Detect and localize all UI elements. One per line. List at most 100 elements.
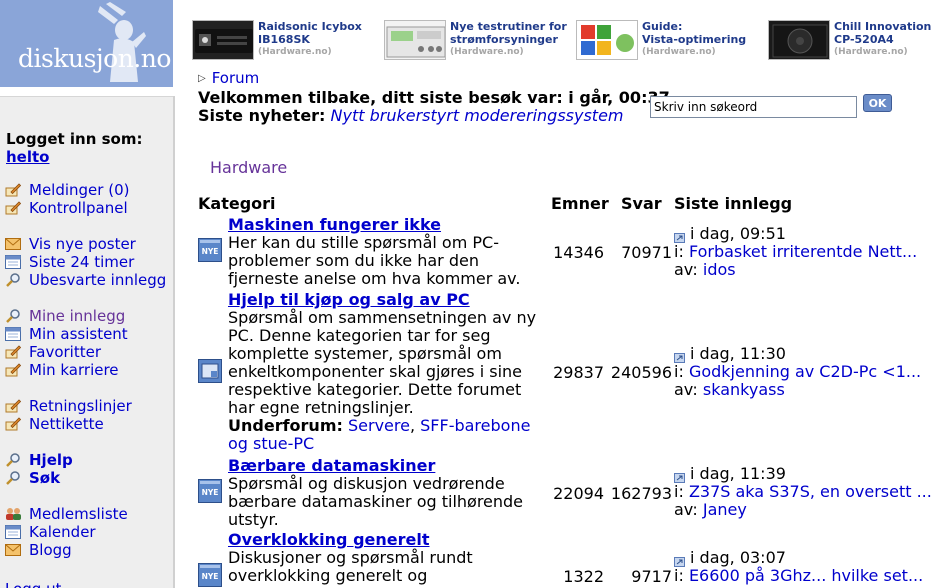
- sidebar-link[interactable]: Meldinger (0): [29, 181, 129, 199]
- sidebar-link[interactable]: Kalender: [29, 523, 96, 541]
- sidebar-item-ubesvarte-innlegg[interactable]: Ubesvarte innlegg: [5, 271, 166, 289]
- forum-new-posts-icon[interactable]: NYE: [198, 563, 222, 587]
- forum-no-new-posts-icon[interactable]: [198, 359, 222, 383]
- topic-count: 14346: [553, 243, 604, 262]
- last-post-time: i dag, 11:30: [690, 345, 786, 363]
- calendar-icon: [5, 326, 23, 342]
- latest-news: Siste nyheter: Nytt brukerstyrt modereri…: [198, 106, 624, 125]
- sidebar-item-medlemsliste[interactable]: Medlemsliste: [5, 505, 128, 523]
- sidebar-link[interactable]: Siste 24 timer: [29, 253, 134, 271]
- ad-item[interactable]: Guide: Vista-optimering (Hardware.no): [576, 18, 766, 62]
- people-icon: [5, 506, 23, 522]
- post-count: 240596: [610, 363, 672, 382]
- nav-group-personal: Mine innlegg Min assistent Favoritter Mi…: [5, 307, 128, 379]
- forum-title-link[interactable]: Overklokking generelt: [228, 531, 430, 549]
- sidebar-item-retningslinjer[interactable]: Retningslinjer: [5, 397, 132, 415]
- forum-title-link[interactable]: Hjelp til kjøp og salg av PC: [228, 290, 470, 309]
- sidebar: diskusjon.no Logget inn som: helto Meldi…: [0, 0, 175, 588]
- site-logo[interactable]: diskusjon.no: [0, 0, 173, 87]
- sidebar-panel: Logget inn som: helto Meldinger (0) Kont…: [0, 96, 173, 588]
- last-post-thread-link[interactable]: Forbasket irriterentde Nett...: [689, 243, 917, 261]
- last-post-time: i dag, 09:51: [690, 225, 786, 243]
- breadcrumb-forum-link[interactable]: Forum: [212, 69, 260, 87]
- forum-new-posts-icon[interactable]: NYE: [198, 238, 222, 262]
- sidebar-link[interactable]: Søk: [29, 469, 60, 487]
- sidebar-link[interactable]: Mine innlegg: [29, 307, 125, 325]
- magnifier-icon: [5, 470, 23, 486]
- last-post-icon[interactable]: [674, 469, 685, 483]
- sidebar-link[interactable]: Vis nye poster: [29, 235, 136, 253]
- logged-in-username[interactable]: helto: [6, 148, 49, 166]
- sidebar-link[interactable]: Blogg: [29, 541, 72, 559]
- subforum-link[interactable]: Servere: [348, 416, 410, 435]
- last-post-in-label: i:: [674, 242, 684, 261]
- sidebar-item-siste-24-timer[interactable]: Siste 24 timer: [5, 253, 166, 271]
- sidebar-link[interactable]: Retningslinjer: [29, 397, 132, 415]
- last-post: i dag, 11:39 i: Z37S aka S37S, en overse…: [674, 465, 952, 519]
- forum-title-link[interactable]: Bærbare datamaskiner: [228, 456, 435, 475]
- sidebar-item-blogg[interactable]: Blogg: [5, 541, 128, 559]
- forum-title-link[interactable]: Maskinen fungerer ikke: [228, 215, 441, 234]
- last-post-thread-link[interactable]: Godkjenning av C2D-Pc <1...: [689, 363, 921, 381]
- last-post-user-link[interactable]: skankyass: [703, 381, 785, 399]
- sidebar-item-favoritter[interactable]: Favoritter: [5, 343, 128, 361]
- ad-title[interactable]: Guide: Vista-optimering: [642, 20, 746, 46]
- latest-news-link[interactable]: Nytt brukerstyrt modereringssystem: [331, 106, 624, 125]
- sidebar-item-mine-innlegg[interactable]: Mine innlegg: [5, 307, 128, 325]
- search-input[interactable]: [650, 96, 857, 118]
- sidebar-item-sok[interactable]: Søk: [5, 469, 73, 487]
- logo-text: diskusjon.no: [18, 44, 171, 73]
- last-post-thread-link[interactable]: E6600 på 3Ghz... hvilke set...: [689, 567, 923, 585]
- last-post-thread-link[interactable]: Z37S aka S37S, en oversett ...: [689, 483, 932, 501]
- sidebar-item-min-karriere[interactable]: Min karriere: [5, 361, 128, 379]
- ad-title[interactable]: Chill Innovation CP-520A4: [834, 20, 931, 46]
- ad-thumbnail[interactable]: [576, 20, 638, 60]
- last-post-user-link[interactable]: Janey: [703, 501, 747, 519]
- ad-thumbnail[interactable]: [192, 20, 254, 60]
- last-post-by-label: av:: [674, 260, 698, 279]
- ad-item[interactable]: Raidsonic Icybox IB168SK (Hardware.no): [192, 18, 382, 62]
- sidebar-item-kontrollpanel[interactable]: Kontrollpanel: [5, 199, 129, 217]
- last-post: i dag, 09:51 i: Forbasket irriterentde N…: [674, 225, 952, 279]
- column-header-posts: Svar: [621, 194, 662, 213]
- forum-row: Hjelp til kjøp og salg av PC Spørsmål om…: [196, 291, 952, 457]
- last-post-icon[interactable]: [674, 229, 685, 243]
- sidebar-item-meldinger[interactable]: Meldinger (0): [5, 181, 129, 199]
- sidebar-link[interactable]: Min assistent: [29, 325, 128, 343]
- subforum-label: Underforum:: [228, 416, 343, 435]
- forum-category: Maskinen fungerer ikke Her kan du stille…: [228, 216, 548, 288]
- forum-category: Overklokking generelt Diskusjoner og spø…: [228, 531, 548, 585]
- ad-item[interactable]: Nye testrutiner for strømforsyninger (Har…: [384, 18, 574, 62]
- ad-item[interactable]: Chill Innovation CP-520A4 (Hardware.no): [768, 18, 952, 62]
- last-post-user-link[interactable]: idos: [703, 261, 736, 279]
- section-title-hardware[interactable]: Hardware: [210, 158, 287, 177]
- svg-text:NYE: NYE: [202, 247, 219, 256]
- ad-title[interactable]: Raidsonic Icybox IB168SK: [258, 20, 362, 46]
- sidebar-link[interactable]: Logg ut: [5, 580, 61, 588]
- search-ok-button[interactable]: OK: [863, 94, 892, 112]
- nav-group-rules: Retningslinjer Nettikette: [5, 397, 132, 433]
- sidebar-link[interactable]: Favoritter: [29, 343, 101, 361]
- sidebar-link[interactable]: Nettikette: [29, 415, 104, 433]
- sidebar-link[interactable]: Kontrollpanel: [29, 199, 128, 217]
- sidebar-item-logout[interactable]: Logg ut: [5, 577, 61, 588]
- last-post-in-label: i:: [674, 482, 684, 501]
- sidebar-item-kalender[interactable]: Kalender: [5, 523, 128, 541]
- sidebar-item-hjelp[interactable]: Hjelp: [5, 451, 73, 469]
- last-post-icon[interactable]: [674, 349, 685, 363]
- last-post-icon[interactable]: [674, 553, 685, 567]
- nav-group-logout: Logg ut: [5, 577, 61, 588]
- last-post-in-label: i:: [674, 566, 684, 585]
- sidebar-item-nettikette[interactable]: Nettikette: [5, 415, 132, 433]
- ad-thumbnail[interactable]: [768, 20, 830, 60]
- ad-thumbnail[interactable]: [384, 20, 446, 60]
- sidebar-link[interactable]: Min karriere: [29, 361, 119, 379]
- sidebar-link[interactable]: Ubesvarte innlegg: [29, 271, 166, 289]
- sidebar-link[interactable]: Hjelp: [29, 451, 73, 469]
- sidebar-link[interactable]: Medlemsliste: [29, 505, 128, 523]
- sidebar-item-min-assistent[interactable]: Min assistent: [5, 325, 128, 343]
- ad-title[interactable]: Nye testrutiner for strømforsyninger: [450, 20, 567, 46]
- forum-new-posts-icon[interactable]: NYE: [198, 479, 222, 503]
- sidebar-item-vis-nye-poster[interactable]: Vis nye poster: [5, 235, 166, 253]
- sidebar-divider: [173, 96, 175, 588]
